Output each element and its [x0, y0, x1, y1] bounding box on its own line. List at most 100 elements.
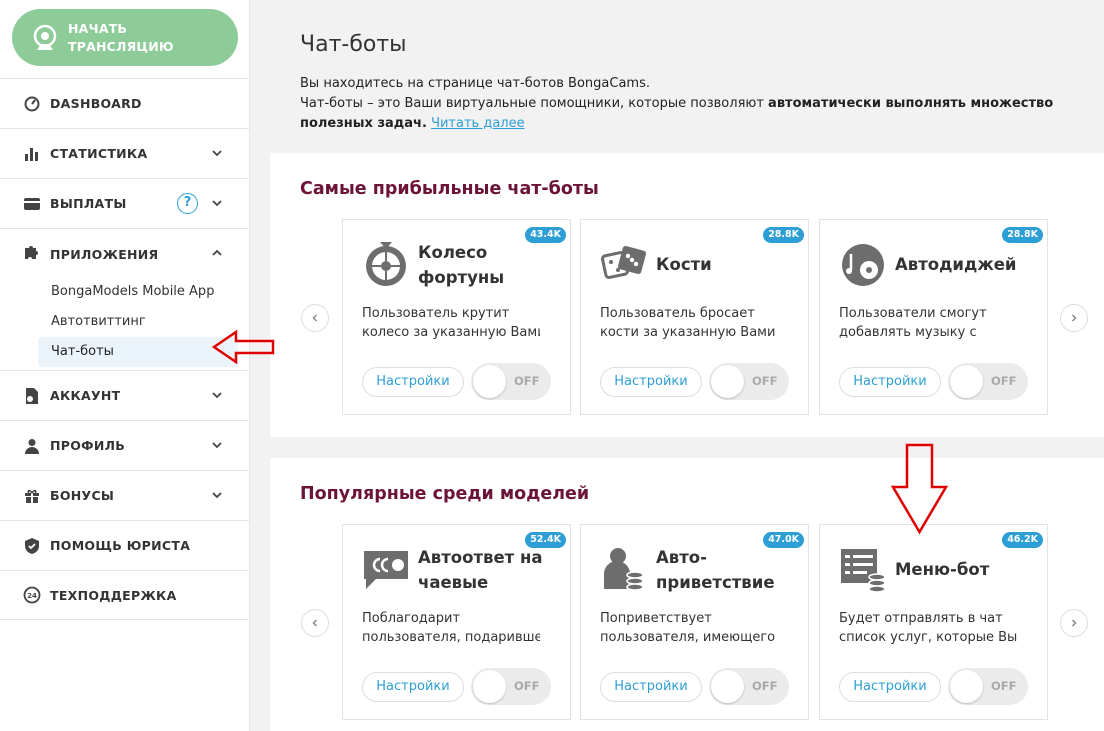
sidebar-item-bonuses[interactable]: БОНУСЫ: [0, 470, 250, 520]
settings-button[interactable]: Настройки: [362, 672, 464, 702]
shield-icon: [23, 537, 41, 555]
enable-toggle[interactable]: OFF: [948, 668, 1028, 705]
sidebar-item-account[interactable]: АККАУНТ: [0, 370, 250, 420]
chevron-down-icon: [212, 150, 222, 157]
wheel-icon: [366, 242, 406, 286]
help-icon[interactable]: ?: [177, 193, 198, 214]
card-description: Пользователь крутит колесо за указанную В…: [362, 304, 540, 344]
section-popular: Популярные среди моделей 52.4K Автоответ…: [270, 458, 1104, 731]
toggle-knob: [950, 670, 983, 703]
sidebar-item-label: ВЫПЛАТЫ: [50, 196, 127, 211]
page-title: Чат-боты: [300, 32, 407, 57]
intro-text-part: Чат-боты – это Ваши виртуальные помощник…: [300, 96, 769, 111]
card-title: Кости: [656, 255, 712, 274]
desc-line: добавлять музыку с: [839, 325, 977, 340]
card-description: Поблагодарит пользователя, подарившего: [362, 609, 540, 649]
sidebar-item-label: АККАУНТ: [50, 388, 121, 403]
account-icon: [23, 387, 41, 405]
settings-button[interactable]: Настройки: [362, 367, 464, 397]
chevron-up-icon: [212, 249, 222, 256]
card-title: Автодиджей: [895, 255, 1017, 274]
start-broadcast-button[interactable]: НАЧАТЬ ТРАНСЛЯЦИЮ: [12, 9, 238, 66]
desc-line: Пользователь крутит: [362, 306, 510, 321]
start-broadcast-label: НАЧАТЬ ТРАНСЛЯЦИЮ: [68, 20, 174, 54]
desc-line: колесо за указанную Вами: [362, 325, 540, 340]
sidebar-item-label: СТАТИСТИКА: [50, 146, 148, 161]
section-title: Самые прибыльные чат-боты: [300, 179, 599, 199]
chatbot-card: 28.8K Кости Пользователь бросает кости за…: [580, 219, 809, 415]
sidebar-item-label: БОНУСЫ: [50, 488, 115, 503]
carousel-prev-button[interactable]: [301, 304, 329, 332]
desc-line: Поприветствует: [600, 611, 712, 626]
enable-toggle[interactable]: OFF: [948, 363, 1028, 400]
desc-line: Поблагодарит: [362, 611, 461, 626]
carousel-next-button[interactable]: [1060, 609, 1088, 637]
desc-line: пользователя, подарившего: [362, 630, 540, 645]
chevron-down-icon: [212, 442, 222, 449]
toggle-knob: [950, 365, 983, 398]
chatbot-card: 28.8K Автодиджей Пользователи смогут доба…: [819, 219, 1048, 415]
sidebar-item-label: ПРИЛОЖЕНИЯ: [50, 246, 159, 262]
support-icon: 24: [23, 586, 41, 604]
chevron-left-icon: [312, 619, 318, 627]
gift-icon: [23, 487, 41, 505]
stats-icon: [23, 145, 41, 163]
sidebar-item-apps[interactable]: ПРИЛОЖЕНИЯ: [0, 229, 250, 279]
chevron-right-icon: [1071, 619, 1077, 627]
settings-button[interactable]: Настройки: [839, 367, 941, 397]
intro-line-2: Чат-боты – это Ваши виртуальные помощник…: [300, 94, 1100, 134]
settings-button[interactable]: Настройки: [600, 367, 702, 397]
enable-toggle[interactable]: OFF: [471, 363, 551, 400]
enable-toggle[interactable]: OFF: [471, 668, 551, 705]
main-content: Чат-боты Вы находитесь на странице чат-б…: [251, 0, 1104, 731]
chatbot-card: 46.2K Меню-бот Будет отправлять в чат спи…: [819, 524, 1048, 720]
chevron-down-icon: [212, 200, 222, 207]
sidebar-item-statistics[interactable]: СТАТИСТИКА: [0, 128, 250, 178]
intro-line-1: Вы находитесь на странице чат-ботов Bong…: [300, 76, 650, 91]
sidebar-item-profile[interactable]: ПРОФИЛЬ: [0, 420, 250, 470]
toggle-state: OFF: [514, 374, 540, 388]
sidebar-item-payouts[interactable]: ВЫПЛАТЫ ?: [0, 178, 250, 228]
greeting-icon: [603, 548, 644, 591]
dashboard-icon: [23, 95, 41, 113]
chevron-down-icon: [212, 392, 222, 399]
chevron-left-icon: [312, 314, 318, 322]
toggle-knob: [711, 670, 744, 703]
sidebar-item-label: ТЕХПОДДЕРЖКА: [50, 587, 177, 603]
dice-icon: [601, 245, 647, 279]
card-description: Пользователь бросает кости за указанную В…: [600, 304, 778, 344]
settings-button[interactable]: Настройки: [839, 672, 941, 702]
profile-icon: [23, 437, 41, 455]
reply-icon: [364, 551, 408, 589]
toggle-state: OFF: [752, 679, 778, 693]
card-title: Меню-бот: [895, 560, 990, 579]
intro-text: Вы находитесь на странице чат-ботов Bong…: [300, 74, 1100, 134]
toggle-state: OFF: [752, 374, 778, 388]
card-title: Колесо фортуны: [418, 243, 505, 287]
sidebar: НАЧАТЬ ТРАНСЛЯЦИЮ DASHBOARD СТАТИСТИКА В…: [0, 0, 250, 731]
enable-toggle[interactable]: OFF: [709, 668, 789, 705]
install-count-badge: 28.8K: [763, 227, 804, 243]
settings-button[interactable]: Настройки: [600, 672, 702, 702]
carousel-prev-button[interactable]: [301, 609, 329, 637]
enable-toggle[interactable]: OFF: [709, 363, 789, 400]
sidebar-item-dashboard[interactable]: DASHBOARD: [0, 78, 250, 128]
submenu-item-mobile-app[interactable]: BongaModels Mobile App: [0, 277, 250, 307]
sidebar-item-legal-help[interactable]: ПОМОЩЬ ЮРИСТА: [0, 520, 250, 570]
chatbot-card: 47.0K Авто-приветствие Поприветствует пол…: [580, 524, 809, 720]
card-description: Будет отправлять в чат список услуг, кото…: [839, 609, 1017, 649]
section-most-profitable: Самые прибыльные чат-боты 43.4K Колесо ф…: [270, 153, 1104, 437]
card-title: Автоответ на чаевые: [418, 548, 543, 592]
carousel-next-button[interactable]: [1060, 304, 1088, 332]
read-more-link[interactable]: Читать далее: [431, 116, 525, 131]
sidebar-item-label: DASHBOARD: [50, 96, 142, 111]
submenu-item-chatbots[interactable]: Чат-боты: [38, 337, 238, 367]
svg-text:24: 24: [27, 592, 37, 600]
desc-line: список услуг, которые Вы: [839, 630, 1017, 645]
toggle-knob: [473, 670, 506, 703]
install-count-badge: 46.2K: [1002, 532, 1043, 548]
sidebar-item-support[interactable]: 24 ТЕХПОДДЕРЖКА: [0, 570, 250, 620]
chatbot-card: 52.4K Автоответ на чаевые Поблагодарит по…: [342, 524, 571, 720]
card-icon: [23, 195, 41, 213]
annotation-arrow-left-icon: [212, 329, 275, 365]
